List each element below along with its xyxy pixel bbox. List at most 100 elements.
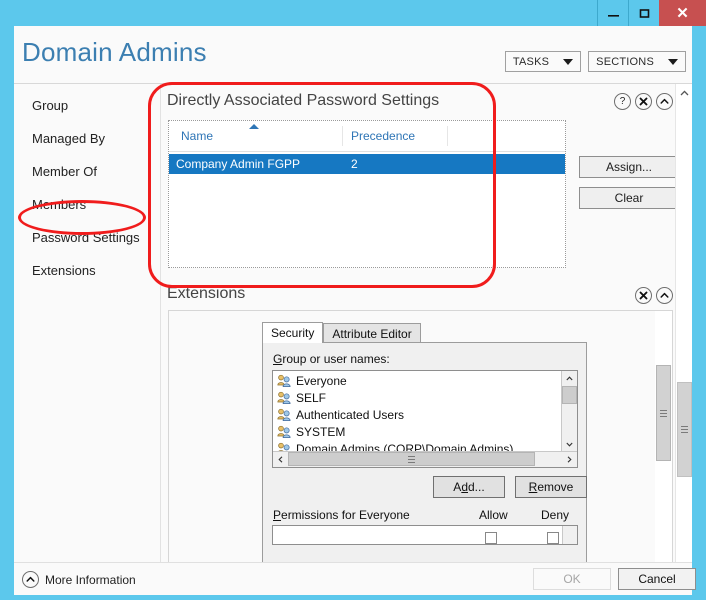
maximize-button[interactable] [628,0,659,26]
more-information-label: More Information [45,572,136,587]
password-settings-section-title: Directly Associated Password Settings [167,92,440,109]
deny-checkbox[interactable] [547,532,559,544]
close-icon[interactable] [635,287,652,304]
extensions-section-title: Extensions [167,285,246,302]
sidebar-item-password-settings[interactable]: Password Settings [14,224,160,251]
list-item[interactable]: SELF [273,389,562,406]
sidebar-item-label: Managed By [32,131,105,146]
extensions-panel: Security Attribute Editor Group or user … [168,310,673,586]
collapse-icon[interactable] [656,287,673,304]
assign-button-label: Assign... [605,160,653,174]
allow-checkbox[interactable] [485,532,497,544]
sections-button[interactable]: SECTIONS [588,51,686,72]
remove-button-label: Remove [529,480,574,494]
add-button-mnemonic: d [461,480,468,494]
extensions-section: Extensions Security Attribute Editor Gro… [161,282,692,586]
grip-icon [660,409,667,417]
users-group-icon [277,408,292,422]
allow-column-label: Allow [479,508,508,522]
password-settings-list[interactable]: Name Precedence Company Admin FGPP 2 [168,120,566,268]
permissions-label-rest: ermissions for Everyone [281,508,410,522]
assign-button[interactable]: Assign... [579,156,679,178]
group-label-rest: roup or user names: [282,352,390,366]
close-icon: ✕ [676,4,689,22]
tab-security[interactable]: Security [262,322,324,343]
footer-bar: More Information OK Cancel [14,562,696,595]
cancel-button-label: Cancel [638,572,676,586]
sidebar-item-label: Password Settings [32,230,140,245]
group-or-user-names-label: Group or user names: [273,352,390,366]
extensions-tabstrip: Security Attribute Editor [262,322,421,343]
table-row[interactable]: Company Admin FGPP 2 [169,154,565,174]
client-area: Domain Admins TASKS SECTIONS Group Manag… [14,26,692,586]
tab-attribute-editor[interactable]: Attribute Editor [323,323,421,343]
sidebar-item-managed-by[interactable]: Managed By [14,125,160,152]
remove-button-mnemonic: R [528,480,538,494]
list-header-row: Name Precedence [169,121,565,152]
sidebar-item-group[interactable]: Group [14,92,160,119]
sections-label: SECTIONS [596,55,654,68]
permissions-table-scrollbar[interactable] [562,526,577,544]
list-item[interactable]: SYSTEM [273,423,562,440]
scrollbar-thumb[interactable] [288,452,535,466]
list-item-label: Authenticated Users [296,407,405,422]
column-header-name[interactable]: Name [181,129,213,143]
collapse-icon[interactable] [656,93,673,110]
sidebar-item-member-of[interactable]: Member Of [14,158,160,185]
scrollbar-thumb[interactable] [656,365,671,461]
extensions-section-icons [635,287,673,304]
principals-listbox[interactable]: Everyone SELF Authenticated Users SYSTEM… [272,370,578,468]
help-icon[interactable]: ? [614,93,631,110]
tab-security-label: Security [271,326,315,340]
column-header-precedence[interactable]: Precedence [351,129,415,143]
list-item-label: Everyone [296,373,347,388]
scroll-left-icon[interactable] [273,452,288,467]
page-header: Domain Admins TASKS SECTIONS [14,26,692,84]
sidebar-item-members[interactable]: Members [14,191,160,218]
tasks-button[interactable]: TASKS [504,51,582,72]
column-separator[interactable] [447,126,448,146]
column-separator[interactable] [342,126,343,146]
sidebar-item-extensions[interactable]: Extensions [14,257,160,284]
tasks-label: TASKS [512,55,550,68]
listbox-horizontal-scrollbar[interactable] [273,451,577,467]
page-title: Domain Admins [22,37,207,67]
more-information-link[interactable]: More Information [22,571,136,588]
content-pane: Directly Associated Password Settings ? … [161,84,692,586]
properties-window: ✕ Domain Admins TASKS SECTIONS Group Man… [0,0,706,600]
scrollbar-thumb[interactable] [677,382,692,477]
ok-button-label: OK [563,572,581,586]
password-settings-section: Directly Associated Password Settings ? … [161,84,692,304]
password-settings-section-icons: ? [614,93,673,110]
window-controls: ✕ [597,0,706,26]
remove-button-suffix: emove [537,480,574,494]
add-button[interactable]: Add... [433,476,505,498]
clear-button[interactable]: Clear [579,187,679,209]
users-group-icon [277,374,292,388]
list-item-label: SYSTEM [296,424,346,439]
security-tab-body: Group or user names: Everyone SELF Authe… [262,342,587,586]
clear-button-label: Clear [614,191,644,205]
remove-button[interactable]: Remove [515,476,587,498]
listbox-vertical-scrollbar[interactable] [561,371,577,452]
list-item-label: SELF [296,390,327,405]
list-item[interactable]: Authenticated Users [273,406,562,423]
title-bar: ✕ [0,0,706,26]
extensions-inner-scrollbar[interactable] [655,311,672,585]
scroll-up-icon[interactable] [562,371,577,386]
sort-ascending-icon [249,124,259,129]
minimize-button[interactable] [597,0,628,26]
users-group-icon [277,391,292,405]
ok-button[interactable]: OK [533,568,611,590]
scrollbar-thumb[interactable] [562,386,577,404]
main-vertical-scrollbar[interactable] [675,84,692,586]
list-item[interactable]: Everyone [273,372,562,389]
cancel-button[interactable]: Cancel [618,568,696,590]
permissions-table[interactable] [272,525,578,545]
scroll-down-icon[interactable] [562,437,577,452]
scroll-right-icon[interactable] [562,452,577,467]
close-button[interactable]: ✕ [659,0,706,26]
close-icon[interactable] [635,93,652,110]
scroll-up-icon[interactable] [676,84,692,101]
cell-name: Company Admin FGPP [176,157,301,171]
